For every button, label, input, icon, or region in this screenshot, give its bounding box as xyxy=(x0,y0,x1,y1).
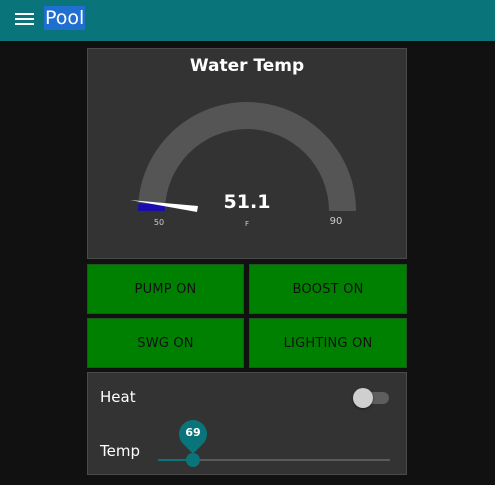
swg-button[interactable]: SWG ON xyxy=(87,318,244,368)
heat-toggle[interactable] xyxy=(353,388,389,408)
page-title: Pool xyxy=(44,6,86,30)
gauge-value: 51.1 xyxy=(224,191,271,213)
boost-button[interactable]: BOOST ON xyxy=(249,264,407,314)
temp-slider-value: 69 xyxy=(185,426,201,439)
lighting-button[interactable]: LIGHTING ON xyxy=(249,318,407,368)
temp-slider[interactable]: 69 xyxy=(158,414,392,468)
gauge-min-label: 50 xyxy=(154,218,164,227)
pump-button[interactable]: PUMP ON xyxy=(87,264,244,314)
water-temp-gauge-card: Water Temp 51.1 F 50 90 xyxy=(87,48,407,259)
top-app-bar: Pool xyxy=(0,0,495,41)
temp-label: Temp xyxy=(100,442,140,460)
hamburger-menu-icon[interactable] xyxy=(15,12,34,26)
controls-card: Heat Temp 69 xyxy=(87,372,407,475)
heat-toggle-thumb[interactable] xyxy=(353,388,373,408)
gauge-max-label: 90 xyxy=(330,216,343,227)
temp-slider-knob[interactable] xyxy=(186,453,200,467)
gauge-svg: 51.1 F 50 90 xyxy=(130,102,356,228)
gauge-unit: F xyxy=(245,220,249,228)
heat-label: Heat xyxy=(100,388,136,406)
